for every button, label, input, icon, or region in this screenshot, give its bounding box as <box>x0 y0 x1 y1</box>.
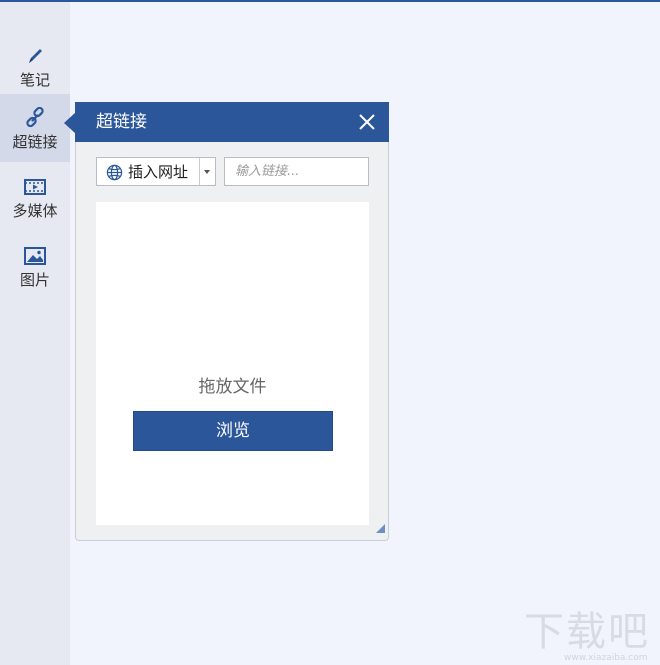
hyperlink-panel: 超链接 插入网址 拖放文件 <box>75 102 389 541</box>
sidebar: 笔记 超链接 多媒体 图片 <box>0 2 70 665</box>
file-drop-zone[interactable]: 拖放文件 浏览 <box>96 202 369 525</box>
sidebar-item-label: 图片 <box>19 271 50 289</box>
sidebar-item-images[interactable]: 图片 <box>0 232 70 300</box>
globe-icon <box>106 164 123 185</box>
sidebar-item-media[interactable]: 多媒体 <box>0 163 70 231</box>
chevron-down-icon <box>204 170 210 174</box>
drop-files-text: 拖放文件 <box>198 377 267 397</box>
image-icon <box>0 244 70 268</box>
panel-title: 超链接 <box>96 112 147 132</box>
pen-icon <box>0 44 70 68</box>
panel-header: 超链接 <box>75 102 389 142</box>
top-accent-line <box>0 0 660 2</box>
dropdown-arrow-button[interactable] <box>199 158 215 185</box>
browse-button[interactable]: 浏览 <box>133 411 333 451</box>
close-icon <box>359 114 375 130</box>
watermark-logo: 下载吧 www.xiazaiba.com <box>524 608 660 665</box>
link-input[interactable] <box>224 157 369 186</box>
sidebar-item-notes[interactable]: 笔记 <box>0 32 70 100</box>
resize-grip-icon[interactable] <box>376 518 385 537</box>
url-select-label: 插入网址 <box>128 163 189 181</box>
watermark-text: 下载吧 <box>524 609 650 655</box>
sidebar-item-label: 多媒体 <box>12 202 58 220</box>
sidebar-item-hyperlink[interactable]: 超链接 <box>0 94 70 162</box>
watermark-url: www.xiazaiba.com <box>564 653 648 663</box>
close-button[interactable] <box>357 112 377 132</box>
sidebar-item-label: 超链接 <box>12 133 58 151</box>
link-icon <box>0 106 70 130</box>
url-type-select[interactable]: 插入网址 <box>96 157 216 186</box>
video-icon <box>0 175 70 199</box>
sidebar-item-label: 笔记 <box>19 71 50 89</box>
